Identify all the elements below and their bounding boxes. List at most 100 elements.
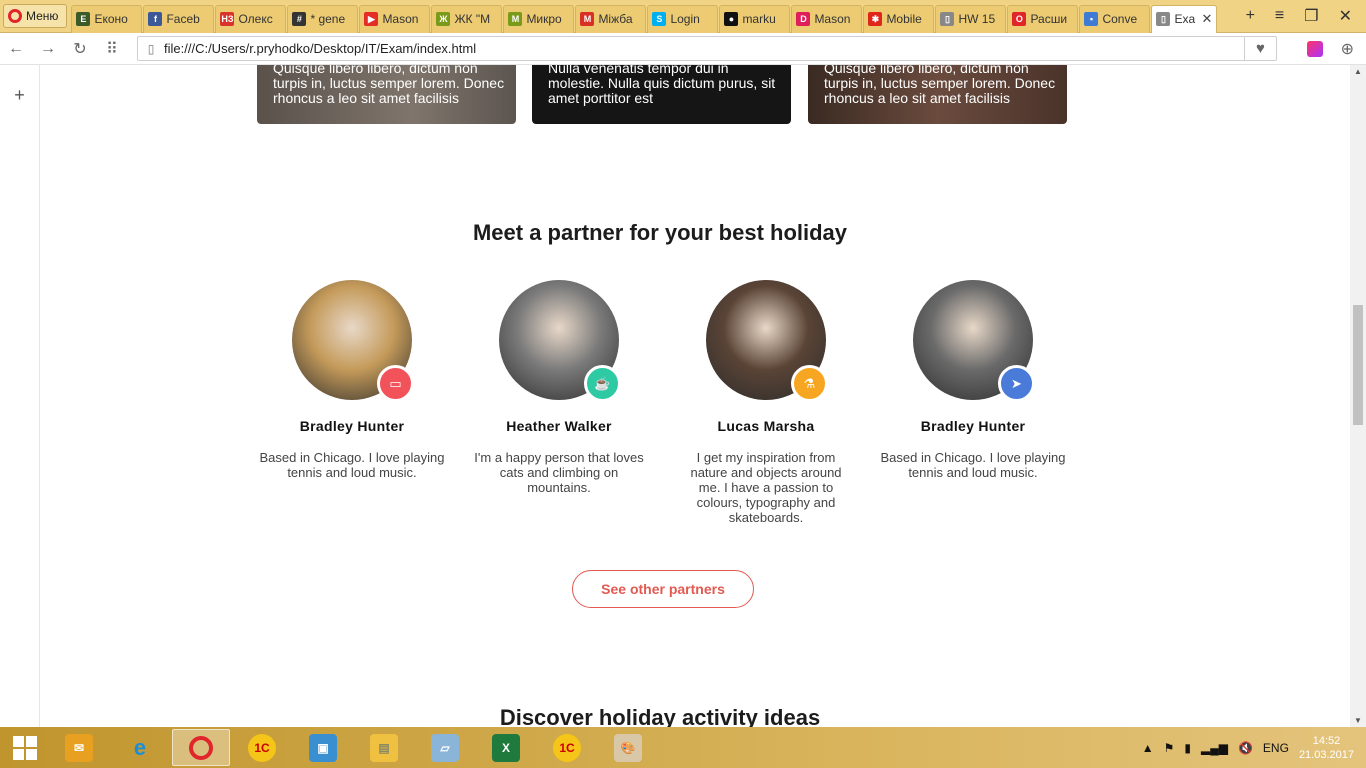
browser-tab[interactable]: ▯ Exa ✕: [1151, 4, 1218, 33]
tab-label: * gene: [310, 12, 346, 26]
menu-label: Меню: [26, 9, 59, 23]
scrollbar[interactable]: ▲ ▼: [1350, 65, 1366, 727]
volume-muted-icon[interactable]: 🔇: [1238, 741, 1253, 755]
avatar[interactable]: ☕: [499, 280, 621, 402]
windows-logo-icon: [13, 735, 37, 760]
activities-title: Discover holiday activity ideas: [499, 705, 821, 727]
browser-sidebar: +: [0, 65, 40, 727]
taskbar-paint[interactable]: 🎨: [599, 729, 657, 766]
coffee-icon: ☕: [584, 365, 621, 402]
feature-card[interactable]: Nulla venenatis tempor dui in molestie. …: [532, 65, 791, 124]
tab-favicon-icon: M: [580, 12, 595, 26]
flag-icon[interactable]: ⚑: [1164, 741, 1175, 755]
partner-card: ➤ Bradley Hunter Based in Chicago. I lov…: [873, 280, 1073, 480]
tab-favicon-icon: S: [652, 12, 667, 26]
browser-tab[interactable]: E Еконо: [71, 4, 143, 33]
forward-icon[interactable]: →: [32, 40, 64, 58]
see-other-partners-button[interactable]: See other partners: [572, 570, 754, 608]
opera-logo-icon: [8, 9, 22, 23]
taskbar-1c-2[interactable]: 1С: [538, 729, 596, 766]
browser-tab[interactable]: f Faceb: [143, 4, 215, 33]
taskbar-explorer[interactable]: ▤: [355, 729, 413, 766]
bookmark-heart-icon[interactable]: ♥: [1244, 37, 1276, 60]
speed-dial-icon[interactable]: ⠿: [96, 39, 128, 59]
partner-name: Lucas Marsha: [717, 418, 815, 434]
browser-tab[interactable]: ▯ HW 15: [935, 4, 1007, 33]
partner-name: Bradley Hunter: [299, 418, 405, 434]
restore-window-icon[interactable]: ❐: [1304, 6, 1318, 26]
browser-tab[interactable]: Ж ЖК "М: [431, 4, 503, 33]
browser-tab[interactable]: ▶ Mason: [359, 4, 431, 33]
browser-tab[interactable]: НЗ Олекс: [215, 4, 287, 33]
paint-icon: 🎨: [614, 733, 642, 762]
taskbar-excel[interactable]: X: [477, 729, 535, 766]
avatar[interactable]: ▭: [292, 280, 414, 402]
browser-tab[interactable]: ▪ Conve: [1079, 4, 1151, 33]
clock[interactable]: 14:52 21.03.2017: [1299, 734, 1354, 762]
partner-desc: Based in Chicago. I love playing tennis …: [259, 450, 445, 480]
feature-card[interactable]: Quisque libero libero, dictum non turpis…: [808, 65, 1067, 124]
clock-time: 14:52: [1312, 734, 1341, 747]
browser-tab[interactable]: ✱ Mobile: [863, 4, 935, 33]
1c-icon: 1С: [553, 733, 581, 762]
taskbar-ie[interactable]: e: [111, 729, 169, 766]
avatar[interactable]: ➤: [913, 280, 1035, 402]
scroll-down-icon[interactable]: ▼: [1354, 716, 1362, 725]
taskbar-network[interactable]: ▣: [294, 729, 352, 766]
clock-date: 21.03.2017: [1298, 748, 1354, 761]
paper-plane-icon: ➤: [998, 365, 1035, 402]
page-content: Quisque libero libero, dictum non turpis…: [40, 65, 1350, 727]
avatar[interactable]: ⚗: [706, 280, 828, 402]
taskbar: ✉ e 1С ▣ ▤ ▱ X 1С 🎨 ▲ ⚑ ▮ ▂▄▆ 🔇 ENG 14:5…: [0, 727, 1366, 768]
new-tab-icon[interactable]: +: [1246, 7, 1255, 25]
opera-menu-button[interactable]: Меню: [3, 4, 68, 28]
browser-tab[interactable]: D Mason: [791, 4, 863, 33]
tab-favicon-icon: ✱: [868, 12, 883, 26]
signal-icon[interactable]: ▂▄▆: [1201, 741, 1228, 755]
system-tray: ▲ ⚑ ▮ ▂▄▆ 🔇 ENG 14:52 21.03.2017: [1142, 734, 1366, 762]
tab-label: Conve: [1102, 12, 1138, 26]
tab-label: Олекс: [238, 12, 273, 26]
back-icon[interactable]: ←: [0, 40, 32, 58]
download-icon[interactable]: ⊕: [1341, 39, 1354, 59]
taskbar-1c[interactable]: 1С: [233, 729, 291, 766]
language-indicator[interactable]: ENG: [1263, 741, 1289, 755]
extension-icon[interactable]: [1306, 41, 1323, 57]
feature-card[interactable]: Quisque libero libero, dictum non turpis…: [257, 65, 516, 124]
browser-tab[interactable]: M Микро: [503, 4, 575, 33]
address-text: file:///C:/Users/r.pryhodko/Desktop/IT/E…: [164, 41, 477, 56]
network-icon: ▣: [309, 733, 337, 762]
1c-icon: 1С: [248, 733, 276, 762]
partner-card: ☕ Heather Walker I'm a happy person that…: [459, 280, 659, 495]
sidebar-add-icon[interactable]: +: [0, 85, 39, 106]
browser-tab[interactable]: # * gene: [287, 4, 359, 33]
tab-favicon-icon: НЗ: [220, 12, 235, 26]
folder-icon: ▤: [370, 733, 398, 762]
browser-tab[interactable]: ● marku: [719, 4, 791, 33]
partner-desc: I get my inspiration from nature and obj…: [690, 450, 842, 525]
excel-icon: X: [492, 733, 520, 762]
partner-card: ▭ Bradley Hunter Based in Chicago. I lov…: [252, 280, 452, 480]
tab-favicon-icon: ▯: [940, 12, 955, 26]
address-bar[interactable]: ▯ file:///C:/Users/r.pryhodko/Desktop/IT…: [137, 36, 1277, 61]
taskbar-notes[interactable]: ▱: [416, 729, 474, 766]
tab-favicon-icon: ●: [724, 12, 739, 26]
tab-label: Расши: [1030, 12, 1068, 26]
reload-icon[interactable]: ↻: [64, 39, 96, 59]
tray-expand-icon[interactable]: ▲: [1142, 741, 1154, 755]
tab-favicon-icon: ▪: [1084, 12, 1099, 26]
tab-menu-icon[interactable]: ≡: [1275, 7, 1284, 25]
tab-close-icon[interactable]: ✕: [1202, 11, 1213, 27]
close-window-icon[interactable]: ✕: [1339, 6, 1352, 26]
tv-icon: ▭: [377, 365, 414, 402]
battery-icon[interactable]: ▮: [1184, 741, 1191, 755]
tab-label: Mason: [382, 12, 419, 26]
browser-tab[interactable]: O Расши: [1007, 4, 1079, 33]
scrollbar-thumb[interactable]: [1353, 305, 1363, 425]
taskbar-opera[interactable]: [172, 729, 230, 766]
start-button[interactable]: [0, 727, 50, 768]
browser-tab[interactable]: S Login: [647, 4, 719, 33]
browser-tab[interactable]: M Міжба: [575, 4, 647, 33]
scroll-up-icon[interactable]: ▲: [1354, 67, 1362, 76]
taskbar-outlook[interactable]: ✉: [50, 729, 108, 766]
